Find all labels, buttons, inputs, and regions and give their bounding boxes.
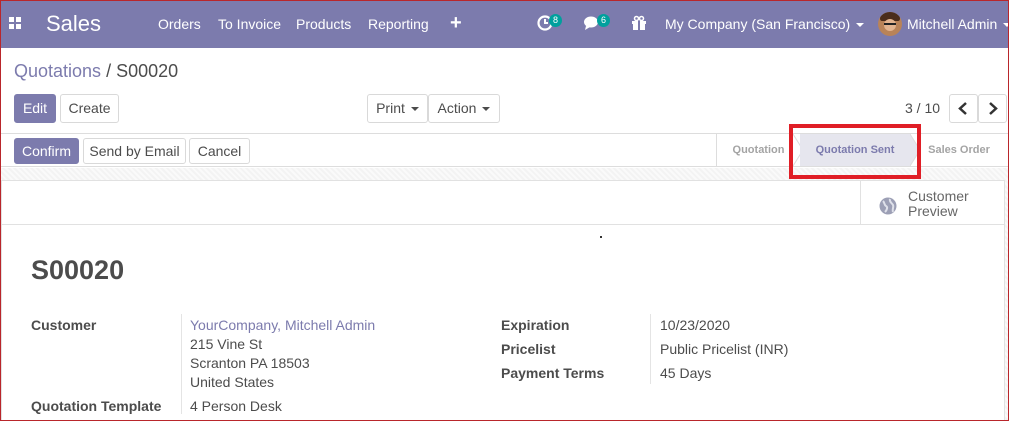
apps-menu-icon[interactable]	[9, 17, 21, 29]
menu-reporting[interactable]: Reporting	[368, 16, 429, 32]
breadcrumb-quotations[interactable]: Quotations	[14, 61, 101, 81]
user-name: Mitchell Admin	[907, 16, 998, 32]
top-navbar: Sales Orders To Invoice Products Reporti…	[0, 0, 1009, 48]
pager-next-button[interactable]	[978, 94, 1007, 123]
pager-value[interactable]: 3 / 10	[905, 100, 940, 116]
quotation-template-value[interactable]: 4 Person Desk	[190, 398, 282, 414]
company-switcher[interactable]: My Company (San Francisco)	[665, 16, 865, 32]
plus-icon[interactable]: +	[450, 12, 462, 35]
customer-preview-label: Customer Preview	[908, 189, 988, 219]
print-label: Print	[376, 100, 405, 116]
print-dropdown-button[interactable]: Print	[367, 94, 428, 123]
customer-label: Customer	[31, 317, 97, 333]
form-sheet	[1, 180, 1005, 421]
edit-button[interactable]: Edit	[14, 94, 56, 123]
user-menu[interactable]: Mitchell Admin	[907, 16, 1009, 32]
stage-quotation[interactable]: Quotation	[717, 134, 800, 166]
customer-street: 215 Vine St	[190, 336, 263, 352]
field-divider	[650, 314, 651, 384]
chevron-down-icon	[482, 107, 491, 112]
customer-preview-button[interactable]: Customer Preview	[860, 181, 1005, 224]
action-label: Action	[437, 100, 477, 116]
action-dropdown-button[interactable]: Action	[428, 94, 500, 123]
send-by-email-button[interactable]: Send by Email	[83, 138, 186, 164]
create-button[interactable]: Create	[60, 94, 119, 123]
chevron-left-icon	[958, 102, 967, 115]
confirm-button[interactable]: Confirm	[14, 138, 79, 164]
breadcrumb-current: S00020	[116, 61, 179, 81]
customer-preview-line1: Customer	[908, 188, 969, 204]
menu-products[interactable]: Products	[296, 16, 351, 32]
gift-icon[interactable]	[630, 14, 648, 32]
payment-terms-value[interactable]: 45 Days	[660, 365, 711, 381]
customer-country: United States	[190, 374, 275, 390]
pager-previous-button[interactable]	[949, 94, 978, 123]
chevron-down-icon	[856, 23, 865, 28]
stray-dot	[600, 236, 602, 238]
menu-to-invoice[interactable]: To Invoice	[218, 16, 281, 32]
record-title: S00020	[31, 255, 125, 285]
stage-sales-order[interactable]: Sales Order	[922, 134, 996, 166]
highlight-annotation-box	[789, 124, 921, 179]
chevron-right-icon	[989, 102, 998, 115]
globe-icon	[879, 197, 897, 215]
field-divider	[181, 314, 182, 414]
user-avatar[interactable]	[878, 12, 902, 36]
customer-city: Scranton PA 18503	[190, 355, 310, 371]
payment-terms-label: Payment Terms	[501, 365, 605, 381]
chevron-down-icon	[1003, 23, 1009, 28]
breadcrumb-separator: /	[106, 61, 112, 81]
expiration-label: Expiration	[501, 317, 570, 333]
messages-count-badge: 6	[597, 14, 610, 27]
company-name: My Company (San Francisco)	[665, 16, 851, 32]
cancel-button[interactable]: Cancel	[189, 138, 250, 164]
customer-preview-line2: Preview	[908, 203, 958, 219]
menu-orders[interactable]: Orders	[158, 16, 201, 32]
button-box-divider	[1, 224, 1005, 225]
pricelist-value[interactable]: Public Pricelist (INR)	[660, 341, 788, 357]
activity-count-badge: 8	[549, 14, 562, 27]
quotation-template-label: Quotation Template	[31, 398, 162, 414]
app-brand[interactable]: Sales	[46, 11, 101, 37]
breadcrumb: Quotations / S00020	[14, 61, 178, 82]
pricelist-label: Pricelist	[501, 341, 556, 357]
chevron-down-icon	[410, 107, 419, 112]
customer-name-link[interactable]: YourCompany, Mitchell Admin	[190, 317, 375, 333]
expiration-value[interactable]: 10/23/2020	[660, 317, 730, 333]
